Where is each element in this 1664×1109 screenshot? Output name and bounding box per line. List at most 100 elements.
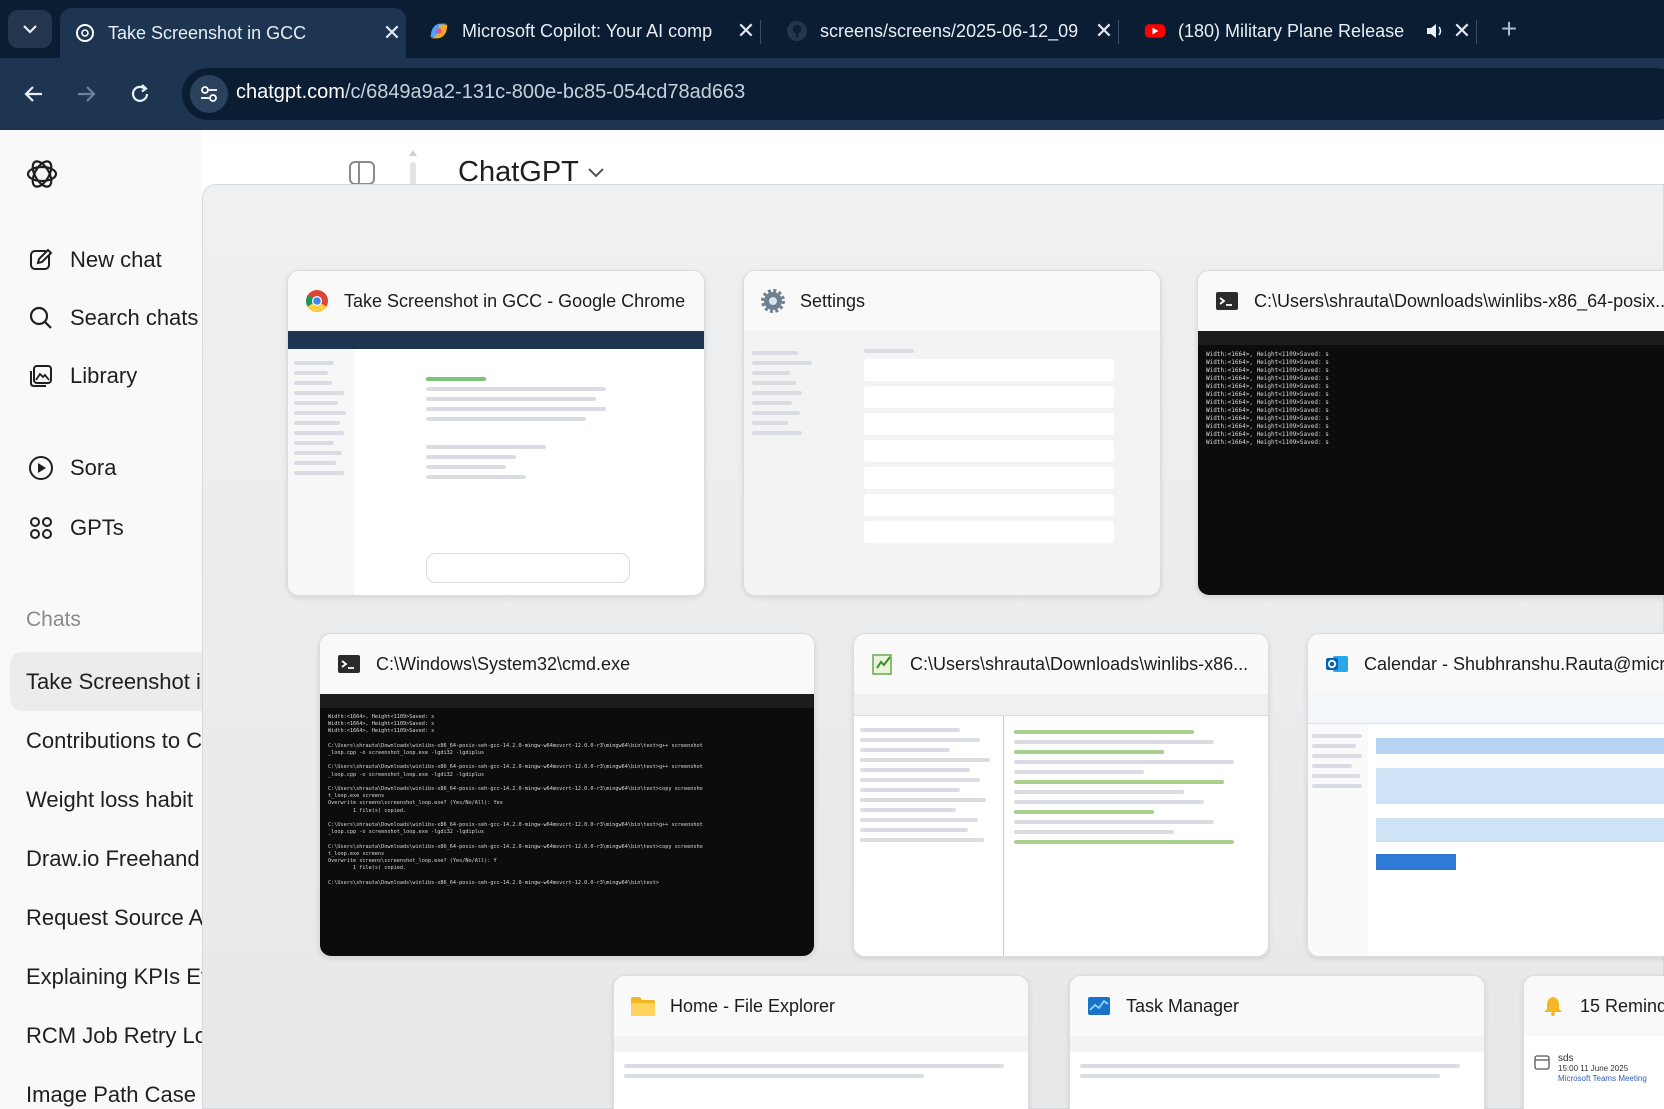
window-card-terminal[interactable]: C:\Users\shrauta\Downloads\winlibs-x86_6… [1197, 270, 1664, 596]
url-path: /c/6849a9a2-131c-800e-bc85-054cd78ad663 [344, 81, 746, 103]
library-icon [26, 361, 56, 391]
chat-item[interactable]: Image Path Case [10, 1065, 202, 1109]
tab-strip: Take Screenshot in GCC ✕ Microsoft Copil… [0, 0, 1664, 58]
window-card-notepadpp[interactable]: C:\Users\shrauta\Downloads\winlibs-x86..… [853, 633, 1269, 957]
github-icon [786, 20, 808, 42]
new-tab-button[interactable]: + [1494, 12, 1524, 46]
grid-icon [26, 513, 56, 543]
window-card-settings[interactable]: Settings [743, 270, 1161, 596]
chats-heading: Chats [26, 608, 81, 631]
chat-item[interactable]: Request Source A [10, 888, 202, 947]
sidebar-toggle-icon[interactable] [348, 160, 376, 186]
play-icon [26, 453, 56, 483]
new-chat-label: New chat [70, 247, 162, 272]
chevron-down-icon [588, 167, 604, 177]
close-icon[interactable]: ✕ [378, 20, 406, 46]
search-chats-label: Search chats [70, 305, 199, 330]
window-thumbnail [744, 331, 1160, 595]
edit-icon [26, 245, 56, 275]
tab-search-button[interactable] [8, 10, 52, 48]
window-card-file-explorer[interactable]: Home - File Explorer [613, 975, 1029, 1109]
gpts-label: GPTs [70, 515, 124, 540]
tab-take-screenshot[interactable]: Take Screenshot in GCC ✕ [60, 8, 406, 58]
notepadpp-icon [870, 651, 896, 677]
window-title: Home - File Explorer [670, 995, 836, 1016]
reminder-time: 15:00 11 June 2025 [1558, 1064, 1629, 1073]
task-view: Take Screenshot in GCC - Google Chrome S… [202, 184, 1664, 1109]
chevron-down-icon [23, 25, 37, 34]
window-thumbnail [1070, 1036, 1484, 1109]
window-thumbnail [854, 694, 1268, 956]
chat-item[interactable]: Take Screenshot i [10, 652, 202, 711]
window-thumbnail [1308, 694, 1664, 956]
window-card-chrome[interactable]: Take Screenshot in GCC - Google Chrome [287, 270, 705, 596]
scrollbar[interactable] [408, 148, 418, 188]
sora-button[interactable]: Sora [26, 448, 116, 488]
tune-icon [201, 86, 217, 102]
window-title: Calendar - Shubhranshu.Rauta@micro [1364, 653, 1664, 674]
window-card-calendar[interactable]: Calendar - Shubhranshu.Rauta@micro [1307, 633, 1664, 957]
chat-item[interactable]: RCM Job Retry Lo [10, 1006, 202, 1065]
chrome-icon [304, 288, 330, 314]
close-icon[interactable]: ✕ [1090, 18, 1118, 44]
library-button[interactable]: Library [26, 356, 137, 396]
window-title: Task Manager [1126, 995, 1240, 1016]
new-chat-button[interactable]: New chat [26, 240, 162, 280]
reminder-title: sds [1558, 1053, 1574, 1064]
tab-title: Microsoft Copilot: Your AI comp [462, 20, 713, 41]
window-thumbnail: sds 15:00 11 June 2025 Microsoft Teams M… [1524, 1036, 1664, 1109]
window-title: C:\Users\shrauta\Downloads\winlibs-x86..… [910, 653, 1249, 674]
window-title: C:\Users\shrauta\Downloads\winlibs-x86_6… [1254, 290, 1664, 311]
window-title: C:\Windows\System32\cmd.exe [376, 653, 631, 674]
terminal-output: Width:<1664>, Height<1109>Saved: s Width… [1206, 351, 1329, 446]
window-card-reminders[interactable]: 15 Reminde sds 15:00 11 June 2025 Micros… [1523, 975, 1664, 1109]
window-thumbnail [288, 331, 704, 595]
tab-title: screens/screens/2025-06-12_09 [820, 20, 1079, 41]
window-title: Take Screenshot in GCC - Google Chrome [344, 290, 686, 311]
site-info-button[interactable] [190, 75, 228, 113]
openai-logo-icon[interactable] [24, 156, 60, 192]
terminal-icon [1214, 288, 1240, 314]
address-bar[interactable]: chatgpt.com/c/6849a9a2-131c-800e-bc85-05… [182, 68, 1664, 120]
window-thumbnail: Width:<1664>, Height<1109>Saved: s Width… [320, 694, 814, 956]
arrow-right-icon [78, 86, 96, 102]
arrow-left-icon [24, 86, 42, 102]
sora-label: Sora [70, 455, 117, 480]
gpts-button[interactable]: GPTs [26, 508, 124, 548]
chatgpt-icon [74, 22, 96, 44]
chat-item[interactable]: Draw.io Freehand [10, 829, 202, 888]
tab-github[interactable]: screens/screens/2025-06-12_09 ✕ [772, 8, 1119, 54]
tab-title: (180) Military Plane Release [1178, 20, 1405, 41]
window-title: Settings [800, 290, 866, 311]
chat-item[interactable]: Contributions to C [10, 711, 202, 770]
tab-youtube[interactable]: (180) Military Plane Release ✕ [1130, 8, 1477, 54]
terminal-icon [336, 651, 362, 677]
forward-button[interactable] [68, 76, 104, 112]
back-button[interactable] [16, 76, 52, 112]
chat-item[interactable]: Explaining KPIs Ef [10, 947, 202, 1006]
cmd-output: Width:<1664>, Height<1109>Saved: s Width… [328, 714, 703, 886]
window-card-cmd[interactable]: C:\Windows\System32\cmd.exe Width:<1664>… [319, 633, 815, 957]
calendar-icon [1534, 1055, 1550, 1070]
search-chats-button[interactable]: Search chats [26, 298, 198, 338]
close-icon[interactable]: ✕ [1448, 18, 1476, 44]
settings-icon [760, 288, 786, 314]
copilot-icon [428, 20, 450, 42]
chat-item[interactable]: Weight loss habit [10, 770, 202, 829]
window-thumbnail [614, 1036, 1028, 1109]
tab-title: Take Screenshot in GCC [108, 22, 307, 43]
folder-icon [630, 993, 656, 1019]
window-card-task-manager[interactable]: Task Manager [1069, 975, 1485, 1109]
tab-copilot[interactable]: Microsoft Copilot: Your AI comp ✕ [414, 8, 761, 54]
taskmanager-icon [1086, 993, 1112, 1019]
outlook-icon [1324, 651, 1350, 677]
window-thumbnail: Width:<1664>, Height<1109>Saved: s Width… [1198, 331, 1664, 595]
youtube-icon [1144, 20, 1166, 42]
bell-icon [1540, 993, 1566, 1019]
close-icon[interactable]: ✕ [732, 18, 760, 44]
window-title: 15 Reminde [1580, 995, 1664, 1016]
url-text: chatgpt.com/c/6849a9a2-131c-800e-bc85-05… [236, 81, 745, 104]
reload-button[interactable] [122, 76, 158, 112]
speaker-icon[interactable] [1422, 22, 1448, 40]
browser-toolbar: chatgpt.com/c/6849a9a2-131c-800e-bc85-05… [0, 58, 1664, 130]
